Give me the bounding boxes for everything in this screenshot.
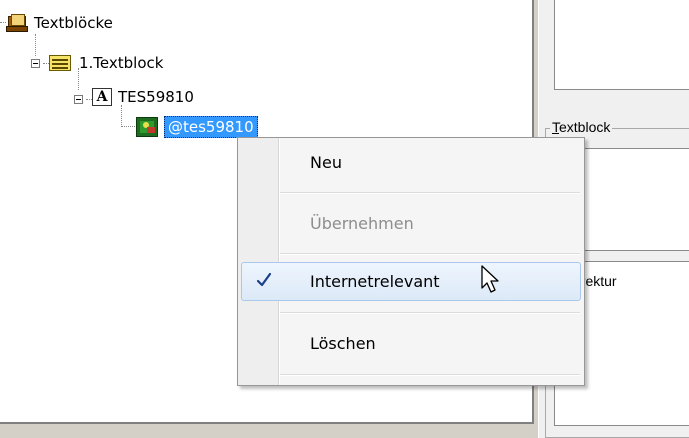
textblock-group-label: Textblock [550, 119, 613, 135]
tree-node-label: TES59810 [118, 88, 194, 106]
context-menu: Neu Übernehmen Internetrelevant Löschen [237, 137, 585, 386]
note-icon [49, 54, 73, 72]
tree-connector [121, 126, 135, 127]
menu-separator [280, 374, 580, 376]
collapse-toggle[interactable] [74, 95, 83, 104]
tree-connector [121, 105, 122, 127]
menu-item-label: Übernehmen [310, 213, 414, 233]
image-icon [136, 117, 158, 137]
upper-text-box[interactable] [554, 0, 689, 90]
menu-item-label: Neu [310, 152, 342, 172]
tree-node-leaf[interactable]: @tes59810 [136, 116, 258, 138]
menu-separator [280, 253, 580, 255]
tree-node-tes59810[interactable]: A TES59810 [92, 86, 194, 108]
book-icon [6, 14, 28, 32]
tree-node-root[interactable]: Textblöcke [6, 12, 113, 34]
menu-item-internetrelevant[interactable]: Internetrelevant [241, 262, 581, 301]
menu-item-uebernehmen[interactable]: Übernehmen [241, 204, 581, 242]
checkmark-icon [257, 272, 271, 287]
menu-item-loeschen[interactable]: Löschen [241, 324, 581, 362]
menu-separator [280, 192, 580, 194]
tree-node-textblock[interactable]: 1.Textblock [49, 52, 163, 74]
mouse-cursor-icon [481, 265, 499, 293]
menu-item-label: Internetrelevant [310, 272, 440, 291]
tree-node-label-selected: @tes59810 [164, 116, 258, 138]
tree-connector [35, 34, 36, 56]
tree-node-label: 1.Textblock [79, 54, 164, 72]
letter-a-icon: A [92, 88, 112, 106]
collapse-toggle[interactable] [31, 59, 40, 68]
menu-item-label: Löschen [310, 333, 376, 353]
menu-item-neu[interactable]: Neu [241, 143, 581, 181]
tree-node-label: Textblöcke [34, 14, 113, 32]
menu-separator [280, 312, 580, 314]
